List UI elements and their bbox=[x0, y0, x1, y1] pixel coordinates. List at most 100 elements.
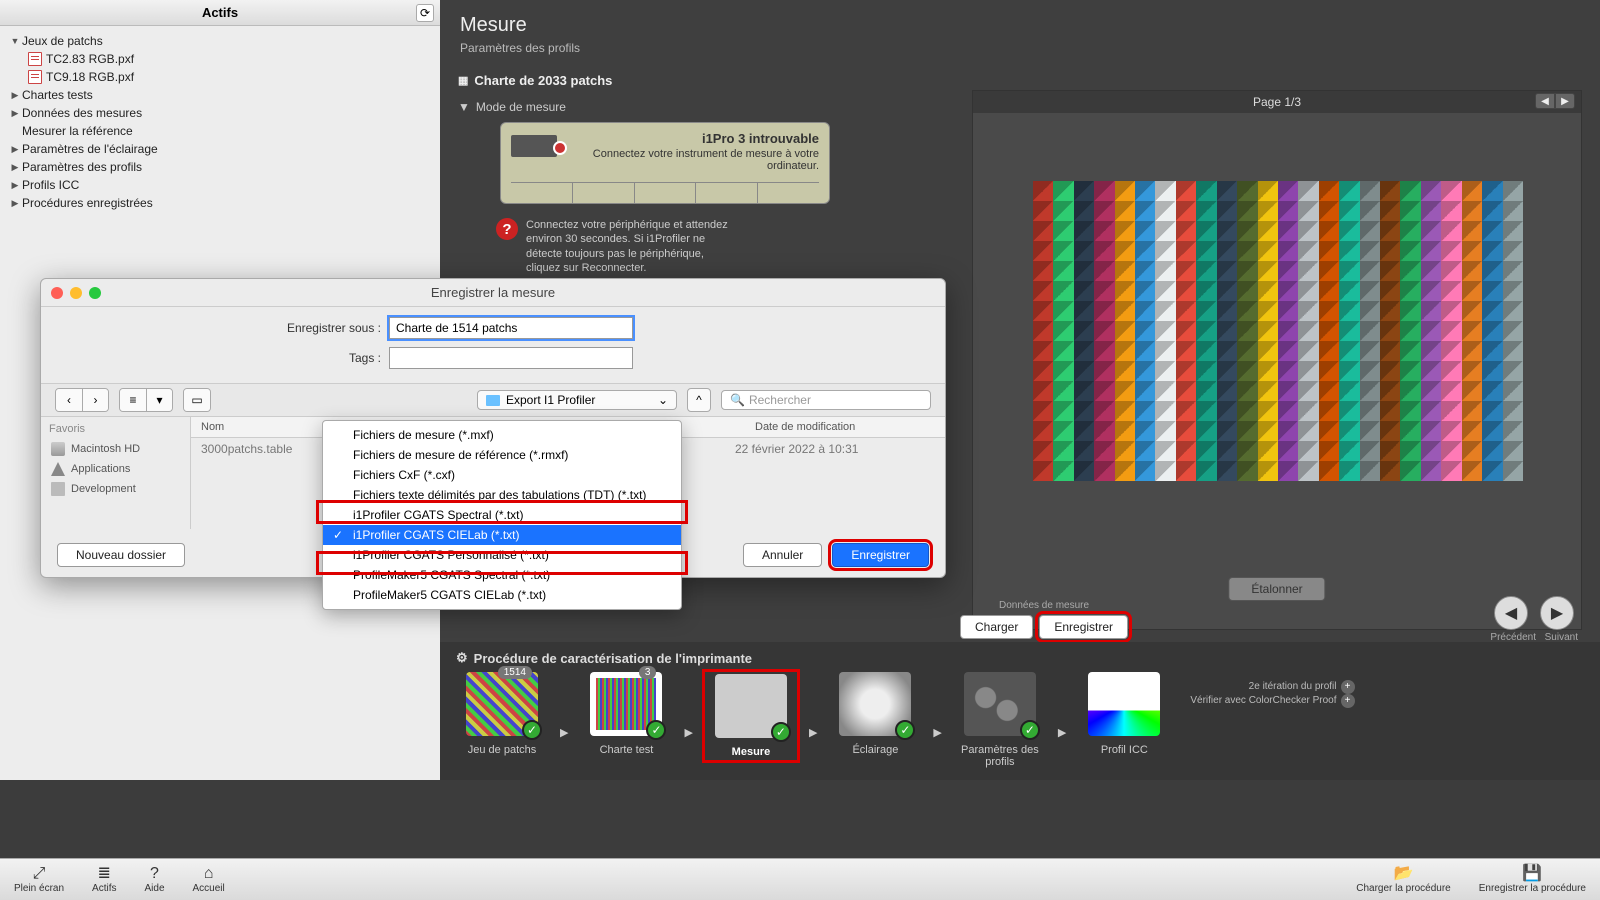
grid-icon: ▦ bbox=[458, 74, 468, 87]
tree-measuredata[interactable]: ▶Données des mesures bbox=[8, 104, 432, 122]
dd-custom[interactable]: i1Profiler CGATS Personnalisé (*.txt) bbox=[323, 545, 681, 565]
new-folder-button[interactable]: Nouveau dossier bbox=[57, 543, 185, 567]
tags-input[interactable] bbox=[389, 347, 633, 369]
tree-lighting[interactable]: ▶Paramètres de l'éclairage bbox=[8, 140, 432, 158]
search-input[interactable]: 🔍Rechercher bbox=[721, 390, 931, 410]
saveas-input[interactable] bbox=[389, 317, 633, 339]
tree-measureref[interactable]: Mesurer la référence bbox=[8, 122, 432, 140]
load-data-button[interactable]: Charger bbox=[960, 615, 1033, 639]
folder-selector[interactable]: Export I1 Profiler⌄ bbox=[477, 390, 677, 410]
data-actions-label: Données de mesure bbox=[999, 600, 1089, 611]
tree-file-tc283[interactable]: TC2.83 RGB.pxf bbox=[8, 50, 432, 68]
dd-mxf[interactable]: Fichiers de mesure (*.mxf) bbox=[323, 425, 681, 445]
col-date-header[interactable]: Date de modification bbox=[745, 417, 945, 437]
wf-step-lighting[interactable]: ✓ Éclairage bbox=[829, 672, 921, 756]
page-prev-button[interactable]: ◀ bbox=[1535, 93, 1555, 109]
folder-open-icon: 📂 bbox=[1394, 866, 1414, 882]
assets-button[interactable]: ≣Actifs bbox=[92, 866, 116, 894]
assets-tree: ▼Jeux de patchs TC2.83 RGB.pxf TC9.18 RG… bbox=[0, 26, 440, 218]
dd-tdt[interactable]: Fichiers texte délimités par des tabulat… bbox=[323, 485, 681, 505]
check-icon: ✓ bbox=[646, 720, 666, 740]
nav-back-forward: ‹› bbox=[55, 388, 109, 412]
badge-pagecount: 3 bbox=[639, 666, 657, 679]
save-icon: 💾 bbox=[1522, 866, 1542, 882]
refresh-icon[interactable]: ⟳ bbox=[416, 4, 434, 22]
dd-pm5spec[interactable]: ProfileMaker5 CGATS Spectral (*.txt) bbox=[323, 565, 681, 585]
dd-spectral[interactable]: i1Profiler CGATS Spectral (*.txt) bbox=[323, 505, 681, 525]
zoom-window-button[interactable] bbox=[89, 287, 101, 299]
saveas-label: Enregistrer sous : bbox=[61, 321, 381, 335]
folder-icon: ▭ bbox=[184, 389, 210, 411]
back-button[interactable]: ‹ bbox=[56, 389, 82, 411]
help-button[interactable]: ?Aide bbox=[144, 866, 164, 894]
home-icon: ⌂ bbox=[204, 866, 214, 882]
dd-cielab[interactable]: i1Profiler CGATS CIELab (*.txt) bbox=[323, 525, 681, 545]
tree-testcharts[interactable]: ▶Chartes tests bbox=[8, 86, 432, 104]
device-cells bbox=[511, 182, 819, 203]
apps-icon bbox=[51, 462, 65, 476]
save-data-button[interactable]: Enregistrer bbox=[1039, 615, 1128, 639]
next-step-button[interactable]: ▶ bbox=[1540, 596, 1574, 630]
check-icon: ✓ bbox=[522, 720, 542, 740]
minimize-window-button[interactable] bbox=[70, 287, 82, 299]
forward-button[interactable]: › bbox=[82, 389, 108, 411]
dd-cxf[interactable]: Fichiers CxF (*.cxf) bbox=[323, 465, 681, 485]
save-procedure-button[interactable]: 💾Enregistrer la procédure bbox=[1479, 866, 1586, 894]
dialog-title: Enregistrer la mesure bbox=[431, 285, 555, 300]
add-iteration-button[interactable]: + bbox=[1341, 680, 1355, 694]
page-next-button[interactable]: ▶ bbox=[1555, 93, 1575, 109]
drive-icon bbox=[51, 442, 65, 456]
load-procedure-button[interactable]: 📂Charger la procédure bbox=[1356, 866, 1451, 894]
calibrate-button[interactable]: Étalonner bbox=[1228, 577, 1325, 601]
fullscreen-icon: ⤢ bbox=[33, 866, 46, 882]
tree-saved[interactable]: ▶Procédures enregistrées bbox=[8, 194, 432, 212]
assets-title: Actifs bbox=[202, 5, 238, 20]
sidebar-macintosh-hd[interactable]: Macintosh HD bbox=[49, 439, 182, 459]
search-icon: 🔍 bbox=[730, 393, 745, 407]
save-button[interactable]: Enregistrer bbox=[832, 543, 929, 567]
tree-icc[interactable]: ▶Profils ICC bbox=[8, 176, 432, 194]
badge-patchcount: 1514 bbox=[498, 666, 532, 679]
folder-icon bbox=[486, 395, 500, 406]
chevron-right-icon: ▶ bbox=[933, 726, 941, 739]
page-subtitle: Paramètres des profils bbox=[440, 41, 1600, 67]
view-mode-toggle[interactable]: ≡▾ bbox=[119, 388, 173, 412]
home-button[interactable]: ⌂Accueil bbox=[193, 866, 225, 894]
prev-step-button[interactable]: ◀ bbox=[1494, 596, 1528, 630]
wf-extra-options: 2e itération du profil+ Vérifier avec Co… bbox=[1190, 680, 1354, 708]
fullscreen-button[interactable]: ⤢Plein écran bbox=[14, 866, 64, 894]
dialog-titlebar: Enregistrer la mesure bbox=[41, 279, 945, 307]
sidebar-development[interactable]: Development bbox=[49, 479, 182, 499]
cancel-button[interactable]: Annuler bbox=[743, 543, 822, 567]
file-icon bbox=[28, 70, 42, 84]
sidebar-applications[interactable]: Applications bbox=[49, 459, 182, 479]
chart-preview: Page 1/3 ◀ ▶ Étalonner bbox=[972, 90, 1582, 630]
tree-file-tc918[interactable]: TC9.18 RGB.pxf bbox=[8, 68, 432, 86]
group-toggle[interactable]: ▭ bbox=[183, 388, 211, 412]
help-icon: ? bbox=[150, 866, 159, 882]
dd-rmxf[interactable]: Fichiers de mesure de référence (*.rmxf) bbox=[323, 445, 681, 465]
favorites-header: Favoris bbox=[49, 423, 182, 435]
warning-icon: ? bbox=[496, 218, 518, 240]
tags-label: Tags : bbox=[61, 351, 381, 365]
add-verify-button[interactable]: + bbox=[1341, 694, 1355, 708]
close-window-button[interactable] bbox=[51, 287, 63, 299]
wf-step-profparams[interactable]: ✓ Paramètres des profils bbox=[954, 672, 1046, 768]
file-icon bbox=[28, 52, 42, 66]
parent-folder-button[interactable]: ^ bbox=[687, 388, 711, 412]
chevron-right-icon: ▶ bbox=[1058, 726, 1066, 739]
list-icon: ≣ bbox=[98, 866, 111, 882]
page-title: Mesure bbox=[440, 0, 1600, 41]
workflow-icon: ⚙ bbox=[456, 650, 468, 666]
tree-patchsets[interactable]: ▼Jeux de patchs bbox=[8, 32, 432, 50]
wf-step-patchset[interactable]: 1514✓ Jeu de patchs bbox=[456, 672, 548, 756]
chevron-right-icon: ▶ bbox=[809, 726, 817, 739]
device-status-box: i1Pro 3 introuvable Connectez votre inst… bbox=[500, 122, 830, 204]
tree-profiles[interactable]: ▶Paramètres des profils bbox=[8, 158, 432, 176]
wf-step-testchart[interactable]: 3✓ Charte test bbox=[580, 672, 672, 756]
wf-step-measure[interactable]: ✓ Mesure bbox=[705, 672, 797, 760]
wf-step-icc[interactable]: Profil ICC bbox=[1078, 672, 1170, 756]
dd-pm5lab[interactable]: ProfileMaker5 CGATS CIELab (*.txt) bbox=[323, 585, 681, 605]
format-dropdown: Fichiers de mesure (*.mxf) Fichiers de m… bbox=[322, 420, 682, 610]
workflow-header: ⚙Procédure de caractérisation de l'impri… bbox=[456, 650, 1584, 672]
